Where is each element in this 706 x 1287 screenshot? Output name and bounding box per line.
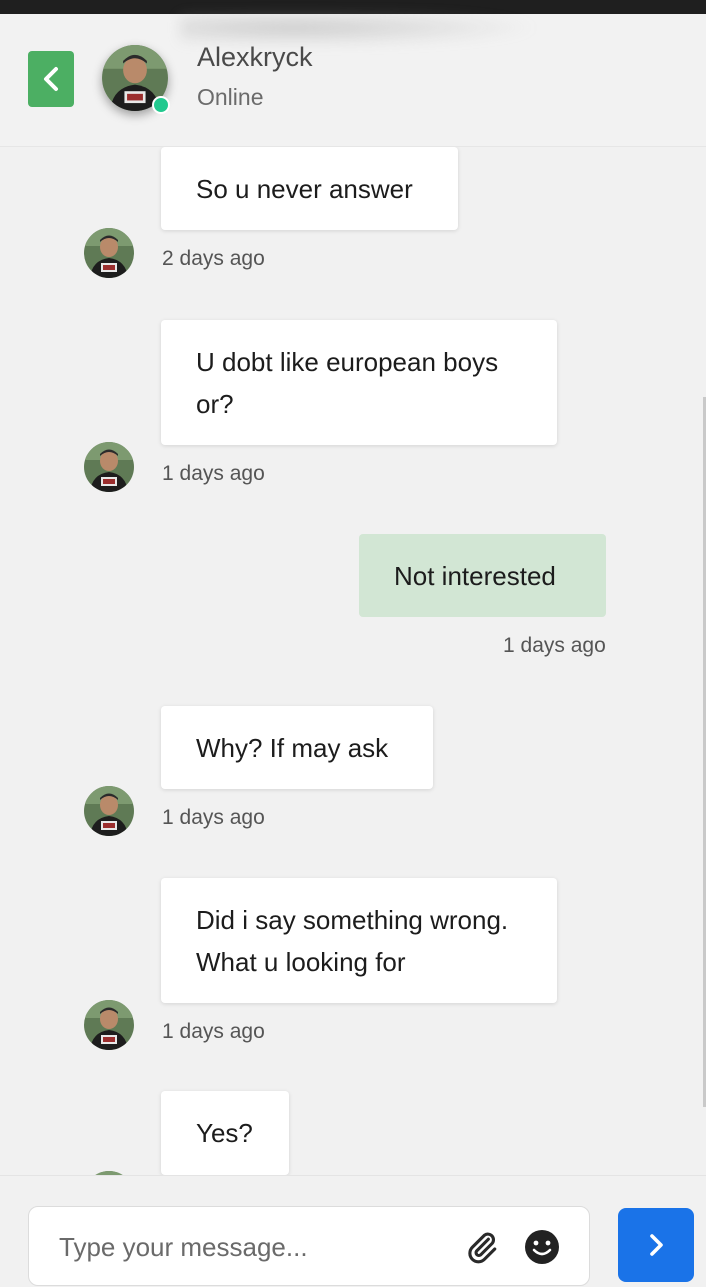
- message-bubble-sent[interactable]: Not interested: [359, 534, 606, 617]
- back-button[interactable]: [28, 51, 74, 107]
- online-indicator: [152, 96, 170, 114]
- message-timestamp: 2 days ago: [162, 247, 265, 270]
- message-input-container[interactable]: [28, 1206, 590, 1287]
- message-text: So u never answer: [196, 173, 413, 204]
- message-bubble-received[interactable]: Yes?: [161, 1091, 289, 1175]
- message-timestamp: 1 days ago: [162, 462, 265, 485]
- sender-avatar[interactable]: [84, 442, 134, 492]
- message-bubble-received[interactable]: So u never answer: [161, 147, 458, 230]
- message-bubble-received[interactable]: Why? If may ask: [161, 706, 433, 789]
- send-button[interactable]: [618, 1208, 694, 1282]
- message-bubble-received[interactable]: U dobt like european boys or?: [161, 320, 557, 445]
- message-list[interactable]: So u never answer 2 days ago U dobt like…: [0, 147, 706, 1175]
- sender-avatar[interactable]: [84, 1000, 134, 1050]
- chevron-right-icon: [650, 1234, 663, 1256]
- contact-status: Online: [197, 84, 264, 110]
- message-text: U dobt like european boys or?: [196, 346, 499, 419]
- message-composer: [0, 1175, 706, 1287]
- message-timestamp: 1 days ago: [162, 1020, 265, 1043]
- message-text: Yes?: [196, 1118, 253, 1148]
- message-input[interactable]: [57, 1207, 461, 1287]
- smiley-icon[interactable]: [523, 1228, 561, 1266]
- message-text: Did i say something wrong. What u lookin…: [196, 904, 509, 977]
- status-bar: [0, 0, 706, 14]
- paperclip-icon[interactable]: [465, 1229, 499, 1265]
- sender-avatar[interactable]: [84, 786, 134, 836]
- message-text: Why? If may ask: [196, 732, 389, 763]
- chevron-left-icon: [44, 67, 58, 91]
- message-bubble-received[interactable]: Did i say something wrong. What u lookin…: [161, 878, 557, 1003]
- message-timestamp: 1 days ago: [162, 806, 265, 829]
- sender-avatar[interactable]: [84, 228, 134, 278]
- blurred-region: [180, 14, 560, 48]
- message-timestamp: 1 days ago: [503, 634, 606, 657]
- message-text: Not interested: [394, 560, 556, 591]
